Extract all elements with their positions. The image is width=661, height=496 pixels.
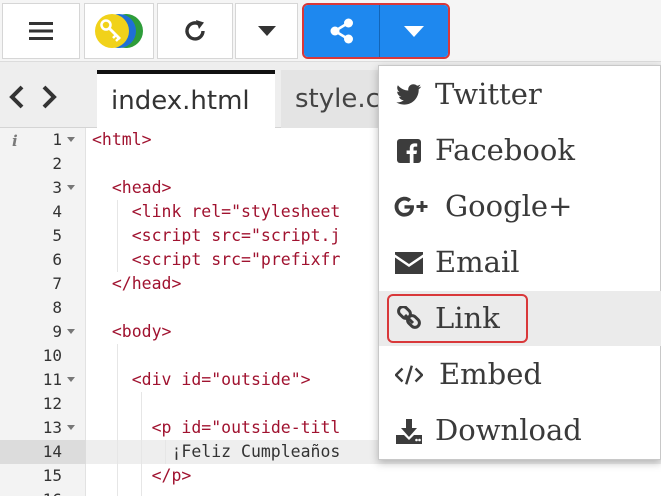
toolbar xyxy=(0,0,661,62)
line-number: 9 xyxy=(52,322,62,341)
code-text: <body> xyxy=(92,322,172,341)
menu-item-label: Embed xyxy=(439,357,542,391)
embed-icon xyxy=(395,361,423,389)
refresh-icon xyxy=(185,20,205,41)
line-number: 8 xyxy=(52,298,62,317)
indent-guide xyxy=(165,440,166,464)
caret-down-icon xyxy=(257,26,276,36)
share-menu-item-link[interactable]: Link xyxy=(379,291,661,346)
code-text: <html> xyxy=(92,130,152,149)
refresh-button[interactable] xyxy=(157,3,233,59)
code-text: <p id="outside-titl xyxy=(92,418,341,437)
tab-label: index.html xyxy=(111,86,250,116)
fold-arrow-icon[interactable] xyxy=(67,425,75,430)
indent-guide xyxy=(117,344,118,496)
fold-arrow-icon[interactable] xyxy=(67,185,75,190)
code-text: <div id="outside"> xyxy=(92,370,311,389)
editor-line: 16 xyxy=(0,488,661,496)
line-number: 4 xyxy=(52,202,62,221)
code-text: <link rel="stylesheet xyxy=(92,202,341,221)
more-dropdown-button[interactable] xyxy=(235,3,298,59)
menu-item-label: Email xyxy=(435,245,520,279)
line-number: 10 xyxy=(42,346,62,365)
caret-down-icon xyxy=(404,25,424,37)
line-number: 12 xyxy=(42,394,62,413)
fold-arrow-icon[interactable] xyxy=(67,137,75,142)
project-logo-button[interactable] xyxy=(84,3,154,59)
line-number: 7 xyxy=(52,274,62,293)
email-icon xyxy=(395,249,423,277)
code-text: ¡Feliz Cumpleaños xyxy=(92,442,341,461)
editor-line: 15 </p> xyxy=(0,464,661,488)
code-text: <script src="script.j xyxy=(92,226,341,245)
share-menu-item-download[interactable]: Download xyxy=(379,403,661,458)
share-menu-item-twitter[interactable]: Twitter xyxy=(379,67,661,122)
share-menu: Twitter Facebook Google+ Email Link Embe… xyxy=(378,65,661,460)
line-number: 13 xyxy=(42,418,62,437)
menu-button[interactable] xyxy=(2,3,80,59)
line-number: 3 xyxy=(52,178,62,197)
fold-arrow-icon[interactable] xyxy=(67,377,75,382)
share-menu-item-facebook[interactable]: Facebook xyxy=(379,123,661,178)
code-nav-arrows[interactable] xyxy=(8,84,64,110)
menu-item-label: Facebook xyxy=(435,133,575,167)
fold-arrow-icon[interactable] xyxy=(67,329,75,334)
tab-index-html[interactable]: index.html xyxy=(97,70,275,128)
share-button[interactable] xyxy=(304,5,380,57)
google-plus-icon xyxy=(393,193,433,221)
link-icon xyxy=(395,305,423,333)
menu-item-label: Twitter xyxy=(435,77,542,111)
share-menu-item-email[interactable]: Email xyxy=(379,235,661,290)
share-icon xyxy=(330,18,353,44)
menu-item-label: Download xyxy=(435,413,582,447)
line-number: 5 xyxy=(52,226,62,245)
line-number: 6 xyxy=(52,250,62,269)
menu-item-label: Google+ xyxy=(445,189,573,223)
line-number: 14 xyxy=(42,442,62,461)
tab-style-css[interactable]: style.c xyxy=(281,70,391,128)
facebook-icon xyxy=(395,137,423,165)
hamburger-icon xyxy=(29,22,53,40)
share-menu-item-google-plus[interactable]: Google+ xyxy=(379,179,661,234)
code-text: <script src="prefixfr xyxy=(92,250,341,269)
line-number: 2 xyxy=(52,154,62,173)
indent-guide xyxy=(117,200,118,272)
line-number: 1 xyxy=(52,130,62,149)
indent-guide xyxy=(141,392,142,496)
key-logo-icon xyxy=(95,14,143,48)
code-arrows-icon xyxy=(9,85,57,109)
share-button-group xyxy=(302,3,450,59)
line-number: 16 xyxy=(28,488,62,496)
code-text: <head> xyxy=(92,178,172,197)
download-icon xyxy=(395,417,423,445)
line-number: 15 xyxy=(42,466,62,485)
code-text: </head> xyxy=(92,274,182,293)
line-number: 11 xyxy=(42,370,62,389)
tab-label: style.c xyxy=(295,84,380,114)
share-dropdown-toggle[interactable] xyxy=(380,5,448,57)
twitter-icon xyxy=(395,81,423,109)
menu-item-label: Link xyxy=(435,301,500,335)
share-menu-item-embed[interactable]: Embed xyxy=(379,347,661,402)
